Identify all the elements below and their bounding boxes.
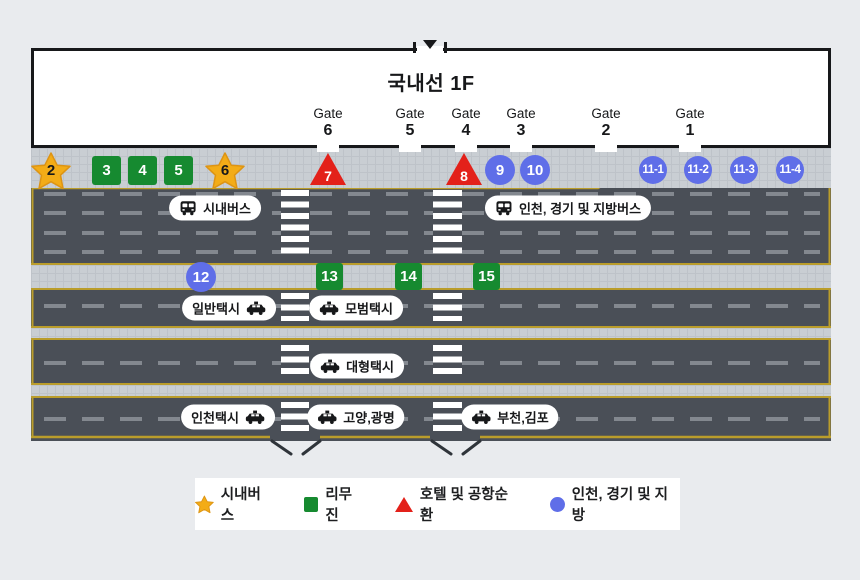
lane-dashes [44, 192, 820, 196]
stop-marker-circle[interactable]: 11-4 [776, 156, 804, 184]
crosswalk [433, 190, 462, 259]
median-island-3 [31, 383, 831, 398]
stop-marker-circle[interactable]: 9 [485, 155, 515, 185]
gate-door-6 [317, 144, 339, 152]
lane-dashes [44, 361, 820, 365]
bus-icon [495, 201, 513, 216]
gate-label-5: Gate 5 [382, 107, 438, 139]
crosswalk [281, 402, 309, 436]
gate-door-5 [399, 144, 421, 152]
gate-door-2 [595, 144, 617, 152]
stop-marker-square[interactable]: 5 [164, 156, 193, 185]
legend: 시내버스 리무진 호텔 및 공항순환 인천, 경기 및 지방 [195, 478, 680, 530]
square-icon [304, 497, 319, 512]
median-island-2 [31, 326, 831, 340]
entrance-cap [413, 42, 416, 53]
lane-dashes [44, 231, 820, 235]
lane-dashes [44, 304, 820, 308]
zone-label-regional-bus: 인천, 경기 및 지방버스 [485, 196, 651, 221]
stop-marker-star[interactable]: 2 [31, 151, 71, 191]
median-island-1 [31, 263, 831, 290]
gate-door-4 [455, 144, 477, 152]
taxi-icon [245, 410, 265, 424]
stop-marker-circle[interactable]: 11-2 [684, 156, 712, 184]
stop-marker-circle[interactable]: 11-1 [639, 156, 667, 184]
star-icon [195, 495, 214, 514]
bus-icon [179, 201, 197, 216]
zone-label-large-taxi: 대형택시 [310, 354, 404, 379]
entrance-cap [444, 42, 447, 53]
stop-marker-circle[interactable]: 10 [520, 155, 550, 185]
stop-marker-triangle[interactable]: 8 [445, 152, 483, 186]
circle-icon [550, 497, 565, 512]
gate-label-1: Gate 1 [662, 107, 718, 139]
entrance-arrow-icon [423, 40, 437, 49]
crosswalk [433, 293, 462, 321]
terminal-title: 국내선 1F [31, 67, 831, 96]
legend-item-regional: 인천, 경기 및 지방 [550, 483, 680, 525]
airport-curbside-map: 국내선 1F Gate 6 Gate 5 Gate 4 Gate 3 Gate … [0, 0, 860, 580]
gate-door-1 [679, 144, 701, 152]
zone-label-standard-taxi: 일반택시 [182, 296, 276, 321]
taxi-icon [319, 301, 339, 315]
lane-dashes [44, 211, 820, 215]
stop-marker-star[interactable]: 6 [205, 151, 245, 191]
gate-label-4: Gate 4 [438, 107, 494, 139]
stop-marker-square[interactable]: 14 [395, 263, 422, 290]
stop-marker-square[interactable]: 13 [316, 263, 343, 290]
zone-label-goyang-gwangmyeong: 고양,광명 [307, 405, 404, 430]
stop-marker-circle[interactable]: 12 [186, 262, 216, 292]
gate-label-2: Gate 2 [578, 107, 634, 139]
zone-label-city-bus: 시내버스 [169, 196, 261, 221]
legend-item-hotel-shuttle: 호텔 및 공항순환 [395, 483, 520, 525]
gate-label-6: Gate 6 [300, 107, 356, 139]
lane-dashes [44, 417, 820, 421]
triangle-icon [395, 497, 413, 512]
crosswalk [433, 345, 462, 379]
stop-marker-square[interactable]: 15 [473, 263, 500, 290]
taxi-icon [471, 410, 491, 424]
stop-marker-circle[interactable]: 11-3 [730, 156, 758, 184]
crosswalk [281, 190, 309, 259]
zone-label-bucheon-gimpo: 부천,김포 [461, 405, 558, 430]
taxi-icon [317, 410, 337, 424]
taxi-icon [246, 301, 266, 315]
zone-label-incheon-taxi: 인천택시 [181, 405, 275, 430]
gate-label-3: Gate 3 [493, 107, 549, 139]
legend-item-limousine: 리무진 [304, 483, 365, 525]
lane-dashes [44, 250, 820, 254]
crosswalk [433, 402, 462, 436]
stop-marker-square[interactable]: 4 [128, 156, 157, 185]
crosswalk [281, 293, 309, 321]
stop-marker-triangle[interactable]: 7 [309, 152, 347, 186]
stop-marker-square[interactable]: 3 [92, 156, 121, 185]
taxi-icon [320, 359, 340, 373]
gate-door-3 [510, 144, 532, 152]
legend-item-city-bus: 시내버스 [195, 483, 274, 525]
crosswalk [281, 345, 309, 379]
zone-label-deluxe-taxi: 모범택시 [309, 296, 403, 321]
